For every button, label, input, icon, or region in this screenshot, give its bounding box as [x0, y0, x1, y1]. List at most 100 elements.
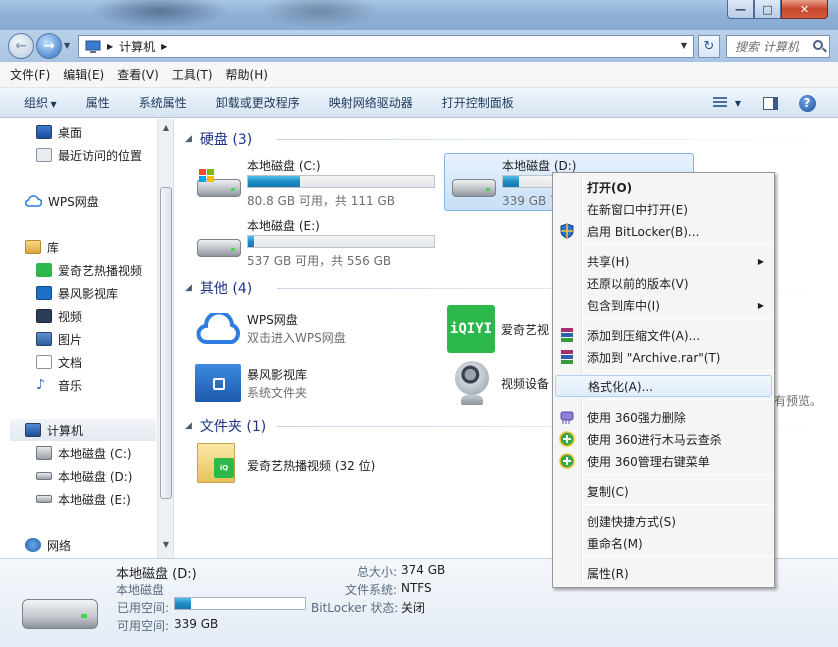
- group-header-folders[interactable]: ◢ 文件夹 (1): [185, 416, 837, 436]
- system-properties-button[interactable]: 系统属性: [139, 94, 187, 111]
- menu-item-rename[interactable]: 重命名(M): [555, 532, 772, 554]
- item-subtitle: 系统文件夹: [247, 386, 308, 400]
- nav-item-libraries[interactable]: 库: [25, 236, 173, 258]
- nav-scrollbar[interactable]: ▲ ▼: [157, 119, 173, 558]
- drive-usage-fill: [248, 176, 301, 187]
- menu-item-properties[interactable]: 属性(R): [555, 562, 772, 584]
- menu-file[interactable]: 文件(F): [10, 66, 50, 83]
- nav-item-baofeng[interactable]: 暴风影视库: [36, 282, 173, 304]
- menu-item-add-rar[interactable]: 添加到 "Archive.rar"(T): [555, 346, 772, 368]
- address-bar[interactable]: ▶ 计算机 ▶ ▼: [78, 35, 694, 58]
- address-separator[interactable]: ▶: [161, 42, 167, 51]
- uninstall-program-button[interactable]: 卸载或更改程序: [216, 94, 300, 111]
- drive-size: 80.8 GB 可用，共 111 GB: [247, 194, 395, 208]
- menu-separator: [585, 504, 773, 505]
- group-title: 其他 (4): [199, 281, 253, 297]
- menu-help[interactable]: 帮助(H): [226, 66, 268, 83]
- back-button[interactable]: ←: [8, 33, 34, 59]
- menu-label: 格式化(A)...: [588, 379, 654, 394]
- nav-item-computer[interactable]: 计算机: [10, 419, 156, 441]
- address-separator[interactable]: ▶: [107, 42, 113, 51]
- group-header-hdd[interactable]: ◢ 硬盘 (3): [185, 129, 837, 149]
- forward-button[interactable]: →: [36, 33, 62, 59]
- nav-item-drive-d[interactable]: 本地磁盘 (D:): [36, 465, 173, 487]
- search-icon[interactable]: [813, 40, 823, 50]
- windows-logo-icon: [199, 169, 214, 182]
- address-history-dropdown[interactable]: ▼: [681, 41, 687, 50]
- nav-label: 视频: [58, 309, 83, 324]
- properties-button[interactable]: 属性: [86, 94, 110, 111]
- preview-pane-button[interactable]: [760, 92, 780, 114]
- group-header-other[interactable]: ◢ 其他 (4): [185, 278, 837, 298]
- nav-item-desktop[interactable]: 桌面: [36, 121, 173, 143]
- menu-item-360-scan[interactable]: 使用 360进行木马云查杀: [555, 428, 772, 450]
- nav-item-drive-c[interactable]: 本地磁盘 (C:): [36, 442, 173, 464]
- scroll-down-arrow[interactable]: ▼: [160, 540, 172, 554]
- baofeng-folder-icon: [195, 364, 241, 402]
- menu-item-restore-versions[interactable]: 还原以前的版本(V): [555, 272, 772, 294]
- details-used-label: 已用空间:: [117, 601, 170, 615]
- network-icon: [25, 538, 41, 552]
- iqiyi-tile[interactable]: iQIYI 爱奇艺视: [447, 305, 557, 353]
- open-control-panel-button[interactable]: 打开控制面板: [442, 94, 514, 111]
- menu-item-create-shortcut[interactable]: 创建快捷方式(S): [555, 510, 772, 532]
- background-blur: [260, 0, 380, 28]
- menu-label: 启用 BitLocker(B)...: [587, 224, 700, 239]
- group-title: 硬盘 (3): [199, 132, 253, 148]
- menu-tools[interactable]: 工具(T): [172, 66, 213, 83]
- item-title: 暴风影视库: [247, 368, 308, 382]
- menu-item-copy[interactable]: 复制(C): [555, 480, 772, 502]
- drive-e-tile[interactable]: 本地磁盘 (E:) 537 GB 可用，共 556 GB: [195, 217, 445, 269]
- menu-edit[interactable]: 编辑(E): [63, 66, 104, 83]
- nav-item-pictures[interactable]: 图片: [36, 328, 173, 350]
- close-button[interactable]: ✕: [781, 0, 828, 19]
- menu-item-share[interactable]: 共享(H) ▶: [555, 250, 772, 272]
- nav-item-videos[interactable]: 视频: [36, 305, 173, 327]
- search-input[interactable]: 搜索 计算机: [726, 35, 830, 58]
- iqiyi-folder-tile[interactable]: iQ 爱奇艺热播视频 (32 位): [197, 443, 437, 489]
- collapse-triangle-icon[interactable]: ◢: [185, 421, 192, 431]
- menu-item-open[interactable]: 打开(O): [555, 176, 772, 198]
- wps-drive-tile[interactable]: WPS网盘 双击进入WPS网盘: [195, 307, 435, 351]
- details-fs-value: NTFS: [401, 581, 432, 595]
- nav-item-network[interactable]: 网络: [25, 534, 173, 556]
- shredder-icon: [560, 411, 574, 424]
- menu-item-open-new-window[interactable]: 在新窗口中打开(E): [555, 198, 772, 220]
- menu-item-format[interactable]: 格式化(A)...: [555, 375, 772, 397]
- maximize-button[interactable]: □: [754, 0, 781, 19]
- submenu-arrow-icon: ▶: [757, 256, 764, 266]
- menu-item-include-library[interactable]: 包含到库中(I) ▶: [555, 294, 772, 316]
- menu-item-add-archive[interactable]: 添加到压缩文件(A)...: [555, 324, 772, 346]
- nav-item-recent[interactable]: 最近访问的位置: [36, 144, 173, 166]
- organize-button[interactable]: 组织: [24, 94, 57, 111]
- change-view-button[interactable]: ▼: [707, 92, 747, 114]
- scrollbar-thumb[interactable]: [160, 187, 172, 499]
- nav-item-documents[interactable]: 文档: [36, 351, 173, 373]
- nav-item-iqiyi[interactable]: 爱奇艺热播视频: [36, 259, 173, 281]
- menu-view[interactable]: 查看(V): [117, 66, 159, 83]
- menu-label: 添加到压缩文件(A)...: [587, 328, 701, 343]
- refresh-button[interactable]: ↻: [698, 35, 720, 58]
- nav-item-wps[interactable]: WPS网盘: [25, 190, 173, 212]
- menu-label: 使用 360进行木马云查杀: [587, 432, 722, 447]
- map-network-drive-button[interactable]: 映射网络驱动器: [329, 94, 413, 111]
- iqiyi-logo-icon: iQIYI: [447, 305, 495, 353]
- menu-item-360-delete[interactable]: 使用 360强力删除: [555, 406, 772, 428]
- drive-c-tile[interactable]: 本地磁盘 (C:) 80.8 GB 可用，共 111 GB: [195, 157, 445, 209]
- recent-pages-dropdown[interactable]: ▼: [64, 41, 70, 50]
- collapse-triangle-icon[interactable]: ◢: [185, 134, 192, 144]
- iqiyi-badge-icon: iQ: [214, 458, 234, 478]
- menu-item-bitlocker[interactable]: 启用 BitLocker(B)...: [555, 220, 772, 242]
- menu-item-360-manage[interactable]: 使用 360管理右键菜单: [555, 450, 772, 472]
- nav-item-music[interactable]: ♪ 音乐: [36, 374, 173, 396]
- collapse-triangle-icon[interactable]: ◢: [185, 283, 192, 293]
- baofeng-library-tile[interactable]: 暴风影视库 系统文件夹: [195, 362, 435, 406]
- minimize-button[interactable]: —: [727, 0, 754, 19]
- nav-item-drive-e[interactable]: 本地磁盘 (E:): [36, 488, 173, 510]
- help-button[interactable]: ?: [797, 92, 817, 114]
- scroll-up-arrow[interactable]: ▲: [160, 123, 172, 137]
- address-path[interactable]: 计算机: [119, 38, 155, 55]
- group-title: 文件夹 (1): [199, 419, 267, 435]
- chevron-down-icon[interactable]: ▼: [735, 99, 741, 108]
- details-bitlocker-label: BitLocker 状态:: [311, 601, 399, 615]
